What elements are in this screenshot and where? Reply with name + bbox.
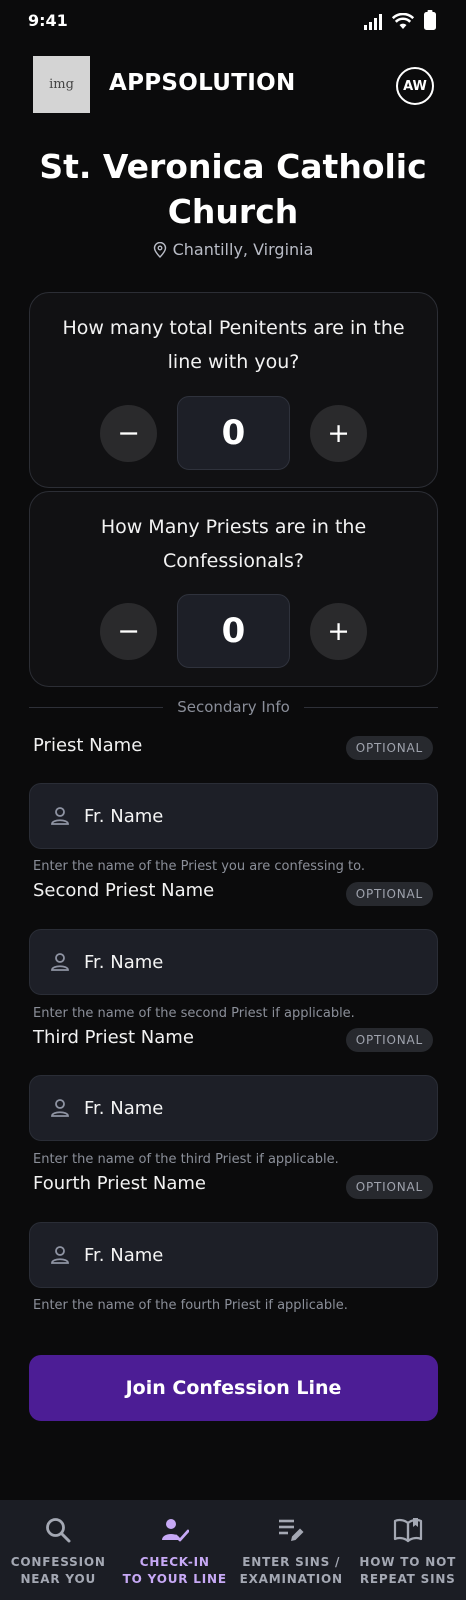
penitents-question-line1: How many total Penitents are in the <box>62 317 405 339</box>
priest-name-hint: Enter the name of the Priest you are con… <box>33 859 366 874</box>
optional-badge: OPTIONAL <box>345 882 433 906</box>
nav-label-line1: HOW TO NOT <box>359 1555 457 1569</box>
nav-label-check-in: CHECK-IN TO YOUR LINE <box>123 1554 227 1588</box>
location-text: Chantilly, Virginia <box>172 240 314 259</box>
status-bar: 9:41 <box>0 0 466 44</box>
app-header: img APPSOLUTION AW <box>0 56 466 114</box>
third-priest-name-label: Third Priest Name <box>33 1027 194 1048</box>
user-avatar[interactable]: AW <box>396 67 434 105</box>
church-location: Chantilly, Virginia <box>0 240 466 259</box>
nav-label-how-to-not-repeat: HOW TO NOT REPEAT SINS <box>359 1554 456 1588</box>
nav-label-line1: ENTER SINS / <box>242 1555 341 1569</box>
nav-label-line2: EXAMINATION <box>239 1572 343 1586</box>
wifi-icon <box>392 13 414 29</box>
divider-line-right <box>303 706 439 708</box>
search-icon <box>46 1518 71 1543</box>
optional-badge: OPTIONAL <box>345 1028 433 1052</box>
priests-count: 0 <box>177 594 290 668</box>
penitents-decrement-button[interactable]: − <box>100 404 157 462</box>
nav-item-check-in[interactable]: CHECK-IN TO YOUR LINE <box>117 1500 234 1600</box>
nav-item-enter-sins[interactable]: ENTER SINS / EXAMINATION <box>233 1500 350 1600</box>
priest-name-input[interactable]: Fr. Name <box>29 783 438 849</box>
signal-icon <box>364 14 382 30</box>
person-icon <box>51 1246 69 1264</box>
priests-question: How Many Priests are in the Confessional… <box>42 510 425 578</box>
priests-question-line1: How Many Priests are in the <box>100 516 367 538</box>
second-priest-name-label: Second Priest Name <box>33 880 215 901</box>
priests-question-line2: Confessionals? <box>163 550 304 572</box>
priests-counter-card: How Many Priests are in the Confessional… <box>29 491 438 687</box>
church-title-line1: St. Veronica Catholic <box>39 147 427 186</box>
penitents-increment-button[interactable]: + <box>310 404 367 462</box>
secondary-info-label: Secondary Info <box>177 698 290 716</box>
third-priest-name-input[interactable]: Fr. Name <box>29 1075 438 1141</box>
priest-name-label: Priest Name <box>33 735 143 756</box>
optional-badge: OPTIONAL <box>345 1175 433 1199</box>
nav-item-confession-near-you[interactable]: CONFESSION NEAR YOU <box>0 1500 117 1600</box>
penitents-counter-card: How many total Penitents are in the line… <box>29 292 438 488</box>
nav-label-line2: REPEAT SINS <box>359 1572 456 1586</box>
nav-item-how-to-not-repeat[interactable]: HOW TO NOT REPEAT SINS <box>350 1500 466 1600</box>
penitents-count: 0 <box>177 396 290 470</box>
second-priest-name-hint: Enter the name of the second Priest if a… <box>33 1006 355 1021</box>
nav-label-confession-near-you: CONFESSION NEAR YOU <box>11 1554 106 1588</box>
person-icon <box>51 807 69 825</box>
church-title: St. Veronica Catholic Church <box>0 144 466 234</box>
status-time: 9:41 <box>28 11 68 30</box>
bottom-nav: CONFESSION NEAR YOU CHECK-IN TO YOUR LIN… <box>0 1500 466 1600</box>
priests-stepper: − 0 + <box>30 594 437 668</box>
second-priest-name-placeholder: Fr. Name <box>84 951 164 973</box>
church-title-line2: Church <box>167 192 299 231</box>
divider-line-left <box>29 706 164 708</box>
join-confession-line-button[interactable]: Join Confession Line <box>29 1355 438 1421</box>
penitents-question-line2: line with you? <box>167 351 300 373</box>
status-icons <box>364 10 436 30</box>
nav-label-line1: CHECK-IN <box>139 1555 210 1569</box>
list-edit-icon <box>279 1519 304 1541</box>
priests-increment-button[interactable]: + <box>310 602 367 660</box>
priests-decrement-button[interactable]: − <box>100 602 157 660</box>
person-icon <box>51 953 69 971</box>
optional-badge: OPTIONAL <box>345 736 433 760</box>
location-pin-icon <box>153 241 166 258</box>
person-check-icon <box>161 1519 189 1542</box>
nav-label-line1: CONFESSION <box>10 1555 106 1569</box>
fourth-priest-name-placeholder: Fr. Name <box>84 1244 164 1266</box>
person-icon <box>51 1099 69 1117</box>
penitents-stepper: − 0 + <box>30 396 437 470</box>
battery-icon <box>424 10 436 30</box>
app-name: APPSOLUTION <box>109 70 296 96</box>
nav-label-enter-sins: ENTER SINS / EXAMINATION <box>240 1554 343 1588</box>
nav-label-line2: TO YOUR LINE <box>122 1572 227 1586</box>
fourth-priest-name-input[interactable]: Fr. Name <box>29 1222 438 1288</box>
book-icon <box>393 1518 422 1543</box>
priest-name-placeholder: Fr. Name <box>84 805 164 827</box>
penitents-question: How many total Penitents are in the line… <box>42 311 425 379</box>
secondary-info-divider: Secondary Info <box>29 697 439 717</box>
app-logo: img <box>33 56 90 113</box>
second-priest-name-input[interactable]: Fr. Name <box>29 929 438 995</box>
nav-label-line2: NEAR YOU <box>20 1572 97 1586</box>
third-priest-name-placeholder: Fr. Name <box>84 1097 164 1119</box>
fourth-priest-name-label: Fourth Priest Name <box>33 1173 206 1194</box>
fourth-priest-name-hint: Enter the name of the fourth Priest if a… <box>33 1298 348 1313</box>
third-priest-name-hint: Enter the name of the third Priest if ap… <box>33 1152 339 1167</box>
